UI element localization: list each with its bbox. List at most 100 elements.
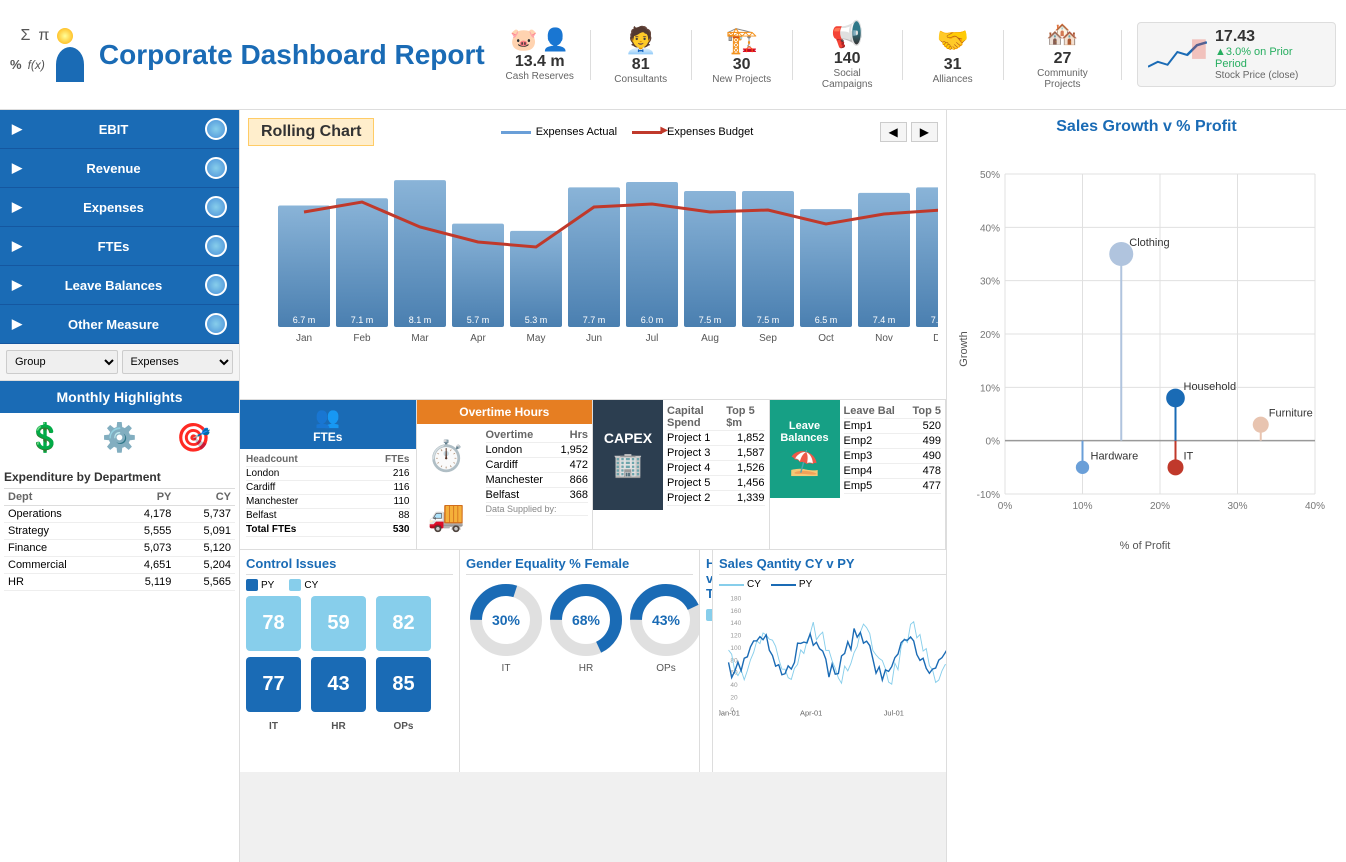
x-axis-title: % of Profit [1120, 540, 1171, 552]
dept-cell: Operations [4, 506, 116, 523]
donut-label: OPs [656, 663, 675, 674]
list-item: Project 5 1,456 [667, 476, 765, 491]
legend-actual: Expenses Actual [501, 126, 617, 138]
y-axis-label: 50% [980, 170, 1000, 181]
cap-project: Project 5 [667, 477, 710, 489]
arrow-icon: ▶ [12, 121, 22, 137]
overtime-card: Overtime Hours ⏱️ 🚚 Overtime Hrs London1… [417, 400, 594, 549]
cy-col-header: CY [175, 489, 235, 506]
projects-icon: 🏗️ [726, 25, 758, 56]
leave-title: LeaveBalances [780, 420, 828, 444]
cy-cell: 5,565 [175, 574, 235, 591]
stock-change: ▲3.0% on Prior Period [1215, 46, 1325, 70]
cy-cell: 5,737 [175, 506, 235, 523]
ftes-title: FTEs [313, 430, 342, 444]
leave-emp: Emp4 [844, 465, 873, 477]
sidebar-item-revenue[interactable]: ▶ Revenue [0, 149, 239, 188]
y-axis-label: 0% [986, 437, 1001, 448]
capex-top: CAPEX 🏢 Capital Spend Top 5 $m Project 1… [593, 400, 769, 510]
sales-growth-section: Sales Growth v % Profit 50%40%30%20%10%0… [947, 110, 1346, 862]
bar [278, 206, 330, 327]
donut-label: HR [579, 663, 593, 674]
cy-box: 78 [246, 596, 301, 651]
ftes-label: FTEs [98, 239, 130, 254]
kpi-new-projects: 🏗️ 30 New Projects [707, 25, 777, 85]
consult-label: Consultants [614, 74, 667, 85]
sidebar-item-leave[interactable]: ▶ Leave Balances [0, 266, 239, 305]
list-item: Cardiff472 [486, 458, 589, 473]
ftes-val: 116 [394, 482, 410, 493]
main-content: ▶ EBIT ▶ Revenue ▶ Expenses ▶ FTEs ▶ [0, 110, 1346, 862]
scatter-point [1253, 417, 1269, 433]
alliances-value: 31 [944, 56, 962, 74]
svg-text:30%: 30% [492, 612, 521, 628]
y-label: 40 [730, 682, 738, 689]
community-icon: 🏘️ [1046, 19, 1078, 50]
bar [800, 209, 852, 327]
leave-bal: 478 [923, 465, 941, 477]
y-label: 160 [730, 608, 741, 615]
x-axis-label: 40% [1305, 501, 1325, 512]
bar-value-label: 7.4 m [873, 315, 896, 325]
rolling-chart-area: Rolling Chart Expenses Actual ▶ Expenses… [240, 110, 946, 400]
list-item: Emp5477 [844, 479, 942, 494]
list-item: Total FTEs530 [246, 523, 410, 537]
next-button[interactable]: ▶ [911, 122, 938, 142]
percent-icon: % [10, 57, 22, 72]
alliances-label: Alliances [933, 74, 973, 85]
x-axis-label: Feb [353, 333, 371, 344]
monthly-highlights[interactable]: Monthly Highlights [0, 381, 239, 413]
bar-value-label: 7.7 m [931, 315, 938, 325]
cap-project: Project 4 [667, 462, 710, 474]
capex-card: CAPEX 🏢 Capital Spend Top 5 $m Project 1… [593, 400, 770, 549]
cy-legend-label: CY [304, 580, 318, 591]
pi-icon: π [38, 27, 49, 45]
kpi-alliances: 🤝 31 Alliances [918, 25, 988, 85]
leave-bal: 520 [923, 420, 941, 432]
bar-value-label: 7.7 m [583, 315, 606, 325]
capex-building-icon: 🏢 [613, 451, 643, 480]
ot-col1: Overtime [486, 429, 534, 441]
kpi-cash-reserves: 🐷 👤 13.4 m Cash Reserves [505, 27, 575, 82]
target-icon: 🎯 [176, 421, 211, 454]
ci-legend: PY CY [246, 579, 453, 591]
sidebar-item-ftes[interactable]: ▶ FTEs [0, 227, 239, 266]
ftes-body: Headcount FTEs London216Cardiff116Manche… [240, 449, 416, 549]
person-icon: 👤 [542, 27, 569, 53]
sales-qty-section: Sales Qantity CY v PY CY PY 180160140120… [713, 550, 946, 772]
leave-emp: Emp3 [844, 450, 873, 462]
ot-hrs: 472 [570, 459, 588, 471]
sigma-icon: Σ [20, 27, 30, 45]
donut-row: 30% IT 68% HR 43% OPs [466, 580, 693, 674]
sidebar-item-ebit[interactable]: ▶ EBIT [0, 110, 239, 149]
community-label: Community Projects [1019, 68, 1107, 90]
sidebar-item-other[interactable]: ▶ Other Measure [0, 305, 239, 344]
list-item: London1,952 [486, 443, 589, 458]
sidebar-item-expenses[interactable]: ▶ Expenses [0, 188, 239, 227]
py-cell: 5,073 [116, 540, 176, 557]
leave-table: Leave Bal Top 5 Emp1520Emp2499Emp3490Emp… [840, 400, 946, 498]
expenses-select[interactable]: Expenses [122, 350, 234, 374]
overtime-table: Overtime Hrs London1,952Cardiff472Manche… [482, 424, 593, 549]
ftes-val: 530 [393, 524, 410, 535]
y-label: 120 [730, 633, 741, 640]
cy-sq-line-icon [719, 584, 744, 586]
divider-2 [691, 30, 692, 80]
gender-section: Gender Equality % Female 30% IT 68% HR 4… [460, 550, 700, 772]
arrow-icon: ▶ [12, 238, 22, 254]
y-label: 180 [730, 595, 741, 602]
bar-value-label: 5.3 m [525, 315, 548, 325]
logo-icons: Σ π [20, 27, 73, 45]
prev-button[interactable]: ◀ [880, 122, 907, 142]
cap-val: 1,456 [737, 477, 765, 489]
list-item: Emp1520 [844, 419, 942, 434]
scatter-label: IT [1184, 450, 1194, 462]
x-axis-label: Sep [759, 333, 777, 344]
scatter-label: Clothing [1129, 237, 1169, 249]
ftes-header-row: Headcount FTEs [246, 453, 410, 467]
scatter-point [1168, 459, 1184, 475]
svg-text:68%: 68% [572, 612, 601, 628]
group-select[interactable]: Group [6, 350, 118, 374]
ot-city: London [486, 444, 523, 456]
orange-circle-icon [57, 28, 73, 44]
